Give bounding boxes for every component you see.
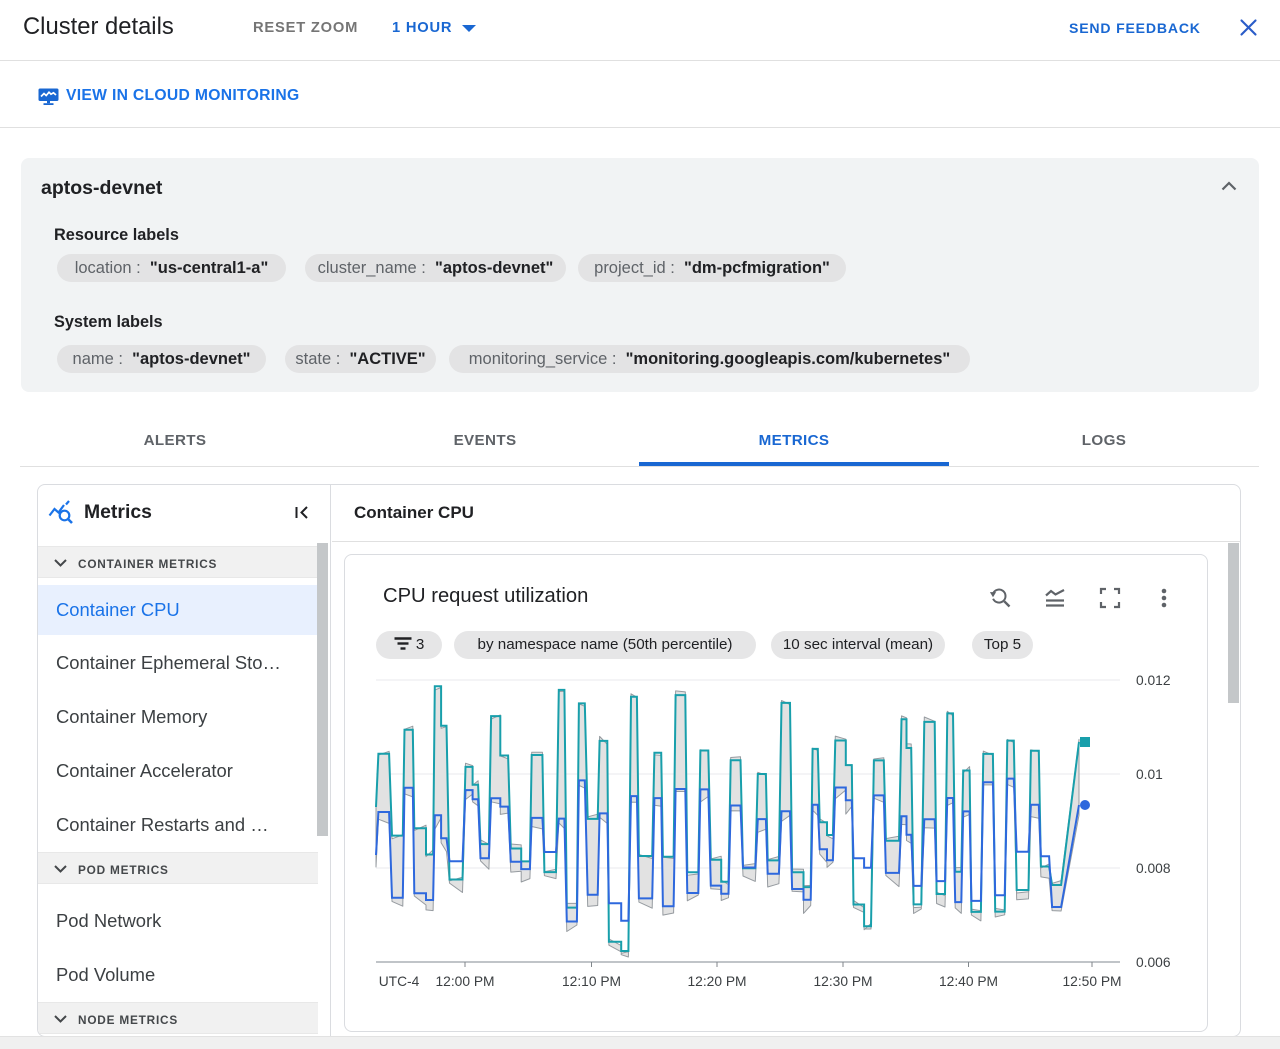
svg-text:12:20 PM: 12:20 PM xyxy=(687,974,746,989)
svg-text:12:30 PM: 12:30 PM xyxy=(813,974,872,989)
svg-text:12:00 PM: 12:00 PM xyxy=(435,974,494,989)
svg-text:0.01: 0.01 xyxy=(1136,767,1163,782)
svg-text:0.012: 0.012 xyxy=(1136,673,1171,688)
svg-text:12:50 PM: 12:50 PM xyxy=(1062,974,1121,989)
svg-text:0.006: 0.006 xyxy=(1136,955,1171,970)
svg-text:12:10 PM: 12:10 PM xyxy=(562,974,621,989)
svg-text:0.008: 0.008 xyxy=(1136,861,1171,876)
svg-text:UTC-4: UTC-4 xyxy=(379,974,420,989)
svg-text:12:40 PM: 12:40 PM xyxy=(939,974,998,989)
